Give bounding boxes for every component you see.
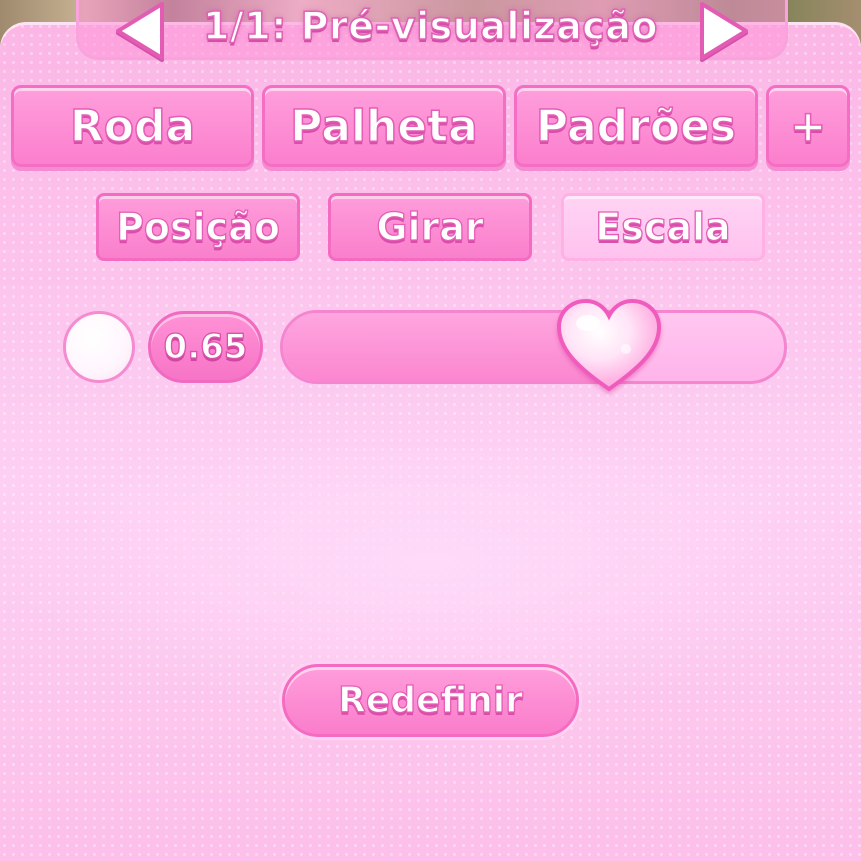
arrow-right-icon bbox=[700, 2, 748, 60]
scale-slider[interactable] bbox=[280, 298, 787, 392]
arrow-left-icon bbox=[116, 2, 164, 60]
tab-palette[interactable]: Palheta bbox=[262, 85, 506, 167]
heart-icon bbox=[556, 298, 661, 392]
reset-button[interactable]: Redefinir bbox=[282, 664, 579, 737]
tab-more[interactable]: + bbox=[766, 85, 850, 167]
slider-knob[interactable] bbox=[554, 297, 664, 397]
scale-value-field[interactable]: 0.65 bbox=[148, 311, 263, 383]
tab-wheel[interactable]: Roda bbox=[11, 85, 254, 167]
color-swatch[interactable] bbox=[63, 311, 135, 383]
next-button[interactable] bbox=[690, 0, 758, 66]
tab-patterns[interactable]: Padrões bbox=[514, 85, 758, 167]
tab-rotate[interactable]: Girar bbox=[328, 193, 532, 261]
tab-position[interactable]: Posição bbox=[96, 193, 300, 261]
previous-button[interactable] bbox=[106, 0, 174, 66]
tab-scale[interactable]: Escala bbox=[561, 193, 765, 261]
